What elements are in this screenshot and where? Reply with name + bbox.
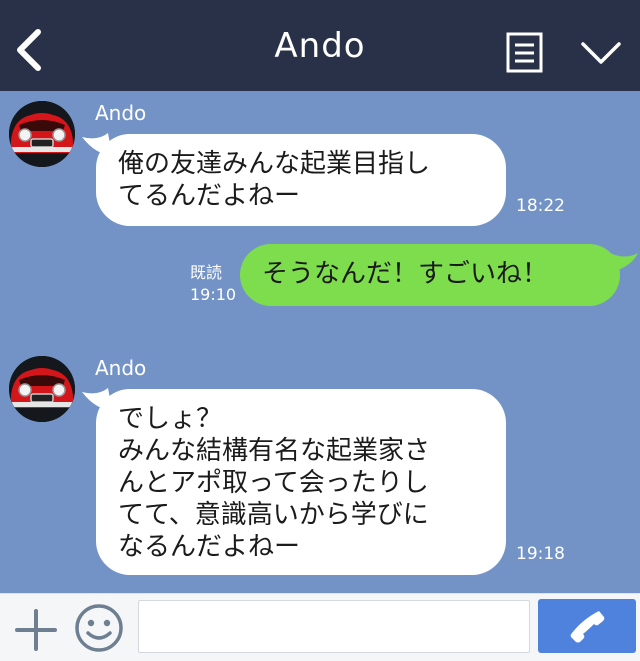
- message-input[interactable]: [138, 600, 530, 653]
- notes-menu-icon[interactable]: [506, 32, 543, 73]
- phone-icon: [570, 611, 605, 643]
- bubble-tail: [606, 251, 638, 273]
- plus-icon[interactable]: [14, 608, 58, 652]
- message-time: 19:10: [190, 285, 237, 304]
- read-receipt: 既読 19:10: [190, 262, 236, 306]
- avatar[interactable]: [9, 356, 75, 422]
- message-time: 18:22: [516, 196, 565, 216]
- smile-icon[interactable]: [74, 603, 124, 653]
- read-label: 既読: [190, 263, 223, 282]
- chat-header: Ando: [0, 0, 640, 91]
- sender-name: Ando: [95, 101, 147, 125]
- avatar[interactable]: [9, 101, 75, 167]
- chat-area[interactable]: Ando 俺の友達みんな起業目指し てるんだよねー 18:22 既読 19:10…: [0, 91, 640, 593]
- message-bubble-incoming[interactable]: 俺の友達みんな起業目指し てるんだよねー: [96, 134, 506, 226]
- message-time: 19:18: [516, 544, 565, 564]
- chat-title: Ando: [274, 26, 366, 66]
- message-input-bar: [0, 593, 640, 661]
- sender-name: Ando: [95, 356, 147, 380]
- message-bubble-outgoing[interactable]: そうなんだ！すごいね！: [240, 244, 620, 306]
- avatar-car-icon: [9, 101, 75, 167]
- chevron-down-icon[interactable]: [580, 40, 622, 66]
- avatar-car-icon: [9, 356, 75, 422]
- message-bubble-incoming[interactable]: でしょ？ みんな結構有名な起業家さ んとアポ取って会ったりし てて、意識高いから…: [96, 389, 506, 575]
- call-button[interactable]: [538, 599, 636, 653]
